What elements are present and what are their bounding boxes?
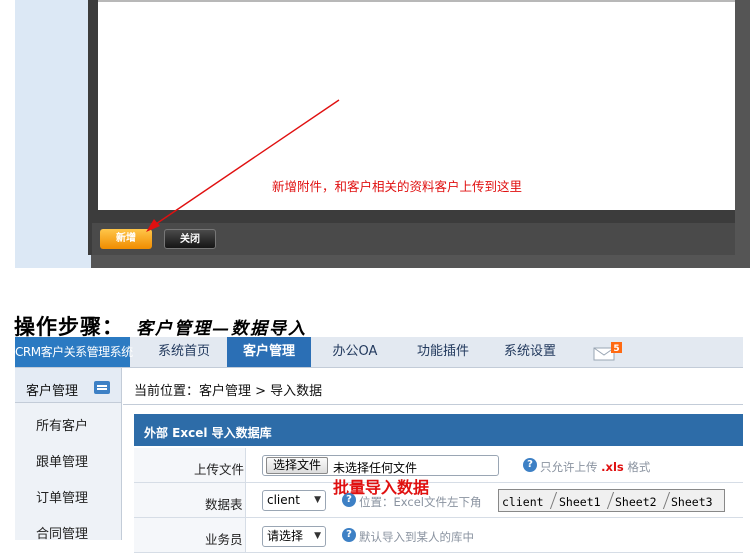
owner-select-value: 请选择	[267, 529, 304, 543]
excel-sheet-tab: client	[502, 495, 544, 509]
upload-format-hint: 只允许上传 .xls 格式	[540, 459, 650, 475]
excel-sheet-tab: Sheet2	[615, 495, 657, 509]
tab-settings[interactable]: 系统设置	[490, 337, 570, 367]
mail-icon[interactable]: 5	[593, 342, 623, 362]
sheet-select-value: client	[267, 493, 300, 507]
owner-hint: 默认导入到某人的库中	[359, 530, 474, 544]
breadcrumb: 当前位置：客户管理 > 导入数据	[134, 384, 323, 399]
sidebar-item-contracts[interactable]: 合同管理	[36, 523, 88, 542]
top-arrow-head	[146, 219, 160, 232]
choose-file-button[interactable]: 选择文件	[266, 457, 328, 474]
app-brand: CRM客户关系管理系统	[15, 337, 133, 367]
sidebar-item-orders[interactable]: 订单管理	[36, 487, 88, 506]
sheet-select[interactable]: client ▼	[262, 490, 326, 511]
upload-hint-suffix: 格式	[627, 460, 651, 474]
owner-select[interactable]: 请选择 ▼	[262, 526, 326, 547]
sheet-label: 数据表	[205, 497, 243, 512]
tab-plugins[interactable]: 功能插件	[405, 337, 481, 367]
upload-hint-extension: .xls	[601, 460, 624, 474]
owner-label: 业务员	[205, 532, 243, 547]
sheet-location-hint: 位置：Excel文件左下角	[359, 495, 482, 509]
chevron-down-icon: ▼	[314, 531, 321, 541]
heading-sub: 客户管理—数据导入	[136, 319, 307, 339]
top-navigation: CRM客户关系管理系统 系统首页 客户管理 办公OA 功能插件 系统设置 5	[15, 337, 743, 368]
breadcrumb-divider	[123, 404, 743, 405]
tab-customer-management[interactable]: 客户管理	[227, 337, 311, 367]
excel-sheet-tab: Sheet3	[671, 495, 713, 509]
list-icon[interactable]	[94, 381, 110, 394]
help-icon: ?	[523, 458, 537, 472]
upload-hint-prefix: 只允许上传	[540, 460, 598, 474]
heading-main: 操作步骤：	[14, 314, 124, 339]
sidebar-title: 客户管理	[26, 384, 79, 399]
tab-home[interactable]: 系统首页	[143, 337, 225, 367]
sidebar-item-all-customers[interactable]: 所有客户	[36, 415, 88, 434]
mail-badge-count: 5	[613, 344, 619, 354]
tab-office-oa[interactable]: 办公OA	[317, 337, 393, 367]
upload-label: 上传文件	[194, 462, 245, 477]
excel-sheet-tab: Sheet1	[559, 495, 601, 509]
top-arrow-line	[152, 99, 340, 227]
chevron-down-icon: ▼	[314, 495, 321, 505]
sidebar-item-followup[interactable]: 跟单管理	[36, 451, 88, 470]
help-icon: ?	[342, 493, 356, 507]
panel-title: 外部 Excel 导入数据库	[144, 426, 272, 440]
